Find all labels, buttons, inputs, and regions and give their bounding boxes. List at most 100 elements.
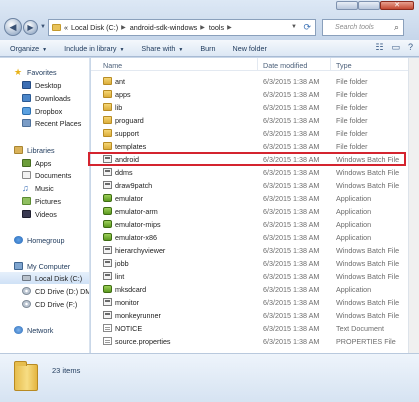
- nav-recent-places[interactable]: Recent Places: [22, 117, 81, 129]
- column-divider[interactable]: [257, 58, 258, 71]
- preview-pane-icon[interactable]: ▭: [391, 42, 400, 53]
- file-date: 6/3/2015 1:38 AM: [263, 311, 320, 320]
- chevron-right-icon[interactable]: ▶: [121, 24, 126, 31]
- file-row-templates[interactable]: templates 6/3/2015 1:38 AM File folder: [91, 140, 408, 152]
- file-row-emulator-mips[interactable]: emulator-mips 6/3/2015 1:38 AM Application: [91, 218, 408, 230]
- maximize-button[interactable]: [358, 1, 380, 10]
- file-type: File folder: [336, 116, 368, 125]
- file-date: 6/3/2015 1:38 AM: [263, 181, 320, 190]
- file-date: 6/3/2015 1:38 AM: [263, 259, 320, 268]
- file-name: draw9patch: [115, 181, 153, 190]
- nav-music[interactable]: ♫ Music: [22, 182, 54, 194]
- file-row-ddms[interactable]: ddms 6/3/2015 1:38 AM Windows Batch File: [91, 166, 408, 178]
- nav-network[interactable]: Network: [14, 324, 53, 336]
- nav-label: Documents: [35, 170, 72, 180]
- organize-label: Organize: [10, 43, 40, 53]
- breadcrumb-android-sdk[interactable]: android-sdk-windows: [130, 23, 198, 32]
- view-options-icon[interactable]: ☷: [375, 42, 383, 53]
- file-name: ddms: [115, 168, 133, 177]
- include-in-library-button[interactable]: Include in library ▼: [64, 44, 124, 53]
- share-label: Share with: [141, 43, 176, 53]
- minimize-button[interactable]: [336, 1, 358, 10]
- file-row-notice[interactable]: NOTICE 6/3/2015 1:38 AM Text Document: [91, 322, 408, 334]
- file-row-emulator[interactable]: emulator 6/3/2015 1:38 AM Application: [91, 192, 408, 204]
- address-input[interactable]: « Local Disk (C:) ▶ android-sdk-windows …: [48, 19, 316, 36]
- file-row-emulator-x86[interactable]: emulator-x86 6/3/2015 1:38 AM Application: [91, 231, 408, 243]
- file-row-lint[interactable]: lint 6/3/2015 1:38 AM Windows Batch File: [91, 270, 408, 282]
- file-row-android[interactable]: android 6/3/2015 1:38 AM Windows Batch Fil…: [91, 153, 408, 165]
- file-date: 6/3/2015 1:38 AM: [263, 103, 320, 112]
- column-type[interactable]: Type: [336, 61, 352, 70]
- share-with-button[interactable]: Share with ▼: [141, 44, 183, 53]
- back-button[interactable]: ◀: [4, 18, 22, 36]
- documents-icon: [22, 171, 31, 179]
- file-type: File folder: [336, 77, 368, 86]
- address-dropdown-icon[interactable]: ▼: [291, 24, 297, 30]
- dropbox-icon: [22, 107, 31, 115]
- breadcrumb-overflow[interactable]: «: [64, 23, 68, 32]
- item-count: 23 items: [52, 366, 81, 375]
- file-date: 6/3/2015 1:38 AM: [263, 142, 320, 151]
- file-type: Application: [336, 207, 372, 216]
- file-row-emulator-arm[interactable]: emulator-arm 6/3/2015 1:38 AM Application: [91, 205, 408, 217]
- file-name: jobb: [115, 259, 129, 268]
- include-label: Include in library: [64, 43, 117, 53]
- nav-favorites[interactable]: ★ Favorites: [14, 66, 57, 78]
- file-type: PROPERTIES File: [336, 337, 396, 346]
- nav-my-computer[interactable]: My Computer: [14, 260, 70, 272]
- file-row-apps[interactable]: apps 6/3/2015 1:38 AM File folder: [91, 88, 408, 100]
- nav-local-disk[interactable]: Local Disk (C:): [0, 272, 89, 284]
- file-row-jobb[interactable]: jobb 6/3/2015 1:38 AM Windows Batch File: [91, 257, 408, 269]
- batch-file-icon: [103, 155, 112, 163]
- file-name: emulator-mips: [115, 220, 161, 229]
- column-name[interactable]: Name: [103, 61, 122, 70]
- burn-button[interactable]: Burn: [200, 44, 215, 53]
- chevron-right-icon[interactable]: ▶: [227, 24, 232, 31]
- file-row-lib[interactable]: lib 6/3/2015 1:38 AM File folder: [91, 101, 408, 113]
- file-name: emulator: [115, 194, 143, 203]
- file-name: support: [115, 129, 139, 138]
- file-row-ant[interactable]: ant 6/3/2015 1:38 AM File folder: [91, 75, 408, 87]
- search-input[interactable]: Search tools ⌕: [322, 19, 404, 36]
- nav-documents[interactable]: Documents: [22, 169, 71, 181]
- nav-libraries[interactable]: Libraries: [14, 144, 55, 156]
- recent-pages-dropdown[interactable]: ▼: [40, 24, 46, 30]
- file-row-source-properties[interactable]: source.properties 6/3/2015 1:38 AM PROPERT…: [91, 335, 408, 347]
- nav-label: Music: [35, 183, 54, 193]
- forward-button[interactable]: ▶: [23, 20, 38, 35]
- close-button[interactable]: ✕: [380, 1, 414, 10]
- file-row-support[interactable]: support 6/3/2015 1:38 AM File folder: [91, 127, 408, 139]
- batch-file-icon: [103, 259, 112, 267]
- breadcrumb-tools[interactable]: tools: [209, 23, 224, 32]
- file-row-monkeyrunner[interactable]: monkeyrunner 6/3/2015 1:38 AM Windows Batc…: [91, 309, 408, 321]
- nav-pictures[interactable]: Pictures: [22, 195, 61, 207]
- nav-apps[interactable]: Apps: [22, 157, 51, 169]
- nav-label: CD Drive (F:): [35, 299, 78, 309]
- file-name: lib: [115, 103, 123, 112]
- nav-desktop[interactable]: Desktop: [22, 79, 61, 91]
- file-row-draw9patch[interactable]: draw9patch 6/3/2015 1:38 AM Windows Batch …: [91, 179, 408, 191]
- file-type: File folder: [336, 103, 368, 112]
- new-folder-button[interactable]: New folder: [233, 44, 267, 53]
- nav-homegroup[interactable]: Homegroup: [14, 234, 65, 246]
- file-row-proguard[interactable]: proguard 6/3/2015 1:38 AM File folder: [91, 114, 408, 126]
- breadcrumb-local-disk[interactable]: Local Disk (C:): [71, 23, 118, 32]
- column-divider[interactable]: [330, 58, 331, 71]
- nav-cd-drive-d[interactable]: CD Drive (D:) DM: [22, 285, 89, 297]
- help-icon[interactable]: ?: [408, 42, 413, 53]
- file-row-monitor[interactable]: monitor 6/3/2015 1:38 AM Windows Batch Fil…: [91, 296, 408, 308]
- file-row-hierarchyviewer[interactable]: hierarchyviewer 6/3/2015 1:38 AM Windows B…: [91, 244, 408, 256]
- organize-button[interactable]: Organize ▼: [10, 44, 47, 53]
- search-icon[interactable]: ⌕: [394, 20, 399, 35]
- chevron-right-icon[interactable]: ▶: [200, 24, 205, 31]
- nav-cd-drive-f[interactable]: CD Drive (F:): [22, 298, 77, 310]
- file-name: source.properties: [115, 337, 171, 346]
- refresh-icon[interactable]: ⟳: [303, 22, 311, 33]
- vertical-scrollbar[interactable]: [408, 58, 419, 353]
- file-row-mksdcard[interactable]: mksdcard 6/3/2015 1:38 AM Application: [91, 283, 408, 295]
- file-type: Windows Batch File: [336, 298, 400, 307]
- nav-downloads[interactable]: Downloads: [22, 92, 71, 104]
- column-date-modified[interactable]: Date modified: [263, 61, 307, 70]
- nav-dropbox[interactable]: Dropbox: [22, 105, 62, 117]
- nav-videos[interactable]: Videos: [22, 208, 57, 220]
